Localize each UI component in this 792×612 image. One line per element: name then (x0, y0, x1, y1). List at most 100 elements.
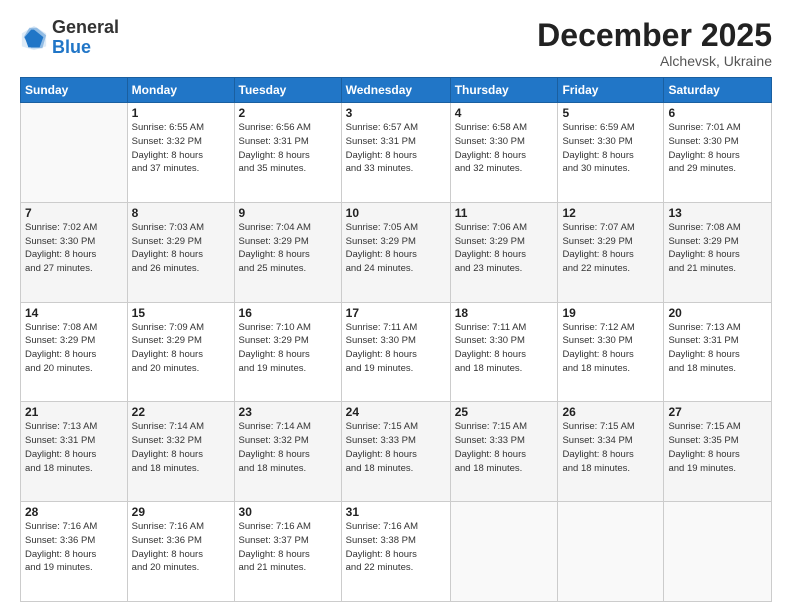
day-number: 28 (25, 505, 123, 519)
day-number: 12 (562, 206, 659, 220)
day-number: 24 (346, 405, 446, 419)
day-number: 4 (455, 106, 554, 120)
table-row: 12Sunrise: 7:07 AM Sunset: 3:29 PM Dayli… (558, 202, 664, 302)
table-row (558, 502, 664, 602)
day-info: Sunrise: 7:08 AM Sunset: 3:29 PM Dayligh… (668, 221, 767, 276)
calendar-week-row: 1Sunrise: 6:55 AM Sunset: 3:32 PM Daylig… (21, 103, 772, 203)
day-info: Sunrise: 7:11 AM Sunset: 3:30 PM Dayligh… (455, 321, 554, 376)
day-number: 17 (346, 306, 446, 320)
day-number: 1 (132, 106, 230, 120)
logo-general-text: General (52, 18, 119, 38)
page: General Blue December 2025 Alchevsk, Ukr… (0, 0, 792, 612)
table-row (450, 502, 558, 602)
day-info: Sunrise: 7:15 AM Sunset: 3:34 PM Dayligh… (562, 420, 659, 475)
table-row: 26Sunrise: 7:15 AM Sunset: 3:34 PM Dayli… (558, 402, 664, 502)
calendar-week-row: 7Sunrise: 7:02 AM Sunset: 3:30 PM Daylig… (21, 202, 772, 302)
day-info: Sunrise: 7:15 AM Sunset: 3:33 PM Dayligh… (346, 420, 446, 475)
day-number: 19 (562, 306, 659, 320)
col-tuesday: Tuesday (234, 78, 341, 103)
day-number: 3 (346, 106, 446, 120)
day-number: 26 (562, 405, 659, 419)
col-sunday: Sunday (21, 78, 128, 103)
day-info: Sunrise: 7:08 AM Sunset: 3:29 PM Dayligh… (25, 321, 123, 376)
day-number: 10 (346, 206, 446, 220)
day-info: Sunrise: 7:15 AM Sunset: 3:35 PM Dayligh… (668, 420, 767, 475)
day-number: 27 (668, 405, 767, 419)
table-row: 5Sunrise: 6:59 AM Sunset: 3:30 PM Daylig… (558, 103, 664, 203)
table-row: 21Sunrise: 7:13 AM Sunset: 3:31 PM Dayli… (21, 402, 128, 502)
table-row: 18Sunrise: 7:11 AM Sunset: 3:30 PM Dayli… (450, 302, 558, 402)
day-number: 7 (25, 206, 123, 220)
calendar-header-row: Sunday Monday Tuesday Wednesday Thursday… (21, 78, 772, 103)
day-info: Sunrise: 7:16 AM Sunset: 3:37 PM Dayligh… (239, 520, 337, 575)
logo-blue-text: Blue (52, 38, 119, 58)
day-info: Sunrise: 7:14 AM Sunset: 3:32 PM Dayligh… (132, 420, 230, 475)
table-row: 1Sunrise: 6:55 AM Sunset: 3:32 PM Daylig… (127, 103, 234, 203)
month-title: December 2025 (537, 18, 772, 53)
day-number: 15 (132, 306, 230, 320)
day-info: Sunrise: 7:07 AM Sunset: 3:29 PM Dayligh… (562, 221, 659, 276)
table-row: 28Sunrise: 7:16 AM Sunset: 3:36 PM Dayli… (21, 502, 128, 602)
day-number: 21 (25, 405, 123, 419)
day-info: Sunrise: 7:13 AM Sunset: 3:31 PM Dayligh… (25, 420, 123, 475)
logo-icon (20, 24, 48, 52)
day-number: 31 (346, 505, 446, 519)
day-number: 20 (668, 306, 767, 320)
calendar-week-row: 14Sunrise: 7:08 AM Sunset: 3:29 PM Dayli… (21, 302, 772, 402)
table-row (21, 103, 128, 203)
day-number: 18 (455, 306, 554, 320)
col-friday: Friday (558, 78, 664, 103)
header: General Blue December 2025 Alchevsk, Ukr… (20, 18, 772, 69)
location-subtitle: Alchevsk, Ukraine (537, 53, 772, 69)
table-row: 15Sunrise: 7:09 AM Sunset: 3:29 PM Dayli… (127, 302, 234, 402)
col-saturday: Saturday (664, 78, 772, 103)
day-info: Sunrise: 6:56 AM Sunset: 3:31 PM Dayligh… (239, 121, 337, 176)
day-info: Sunrise: 7:05 AM Sunset: 3:29 PM Dayligh… (346, 221, 446, 276)
table-row: 23Sunrise: 7:14 AM Sunset: 3:32 PM Dayli… (234, 402, 341, 502)
day-info: Sunrise: 7:15 AM Sunset: 3:33 PM Dayligh… (455, 420, 554, 475)
col-thursday: Thursday (450, 78, 558, 103)
day-info: Sunrise: 7:12 AM Sunset: 3:30 PM Dayligh… (562, 321, 659, 376)
day-number: 14 (25, 306, 123, 320)
day-number: 8 (132, 206, 230, 220)
table-row: 13Sunrise: 7:08 AM Sunset: 3:29 PM Dayli… (664, 202, 772, 302)
calendar-week-row: 28 Sunrise: 7:16 AM Sunset: 3:36 PM Dayli… (21, 502, 772, 602)
table-row: 30Sunrise: 7:16 AM Sunset: 3:37 PM Dayli… (234, 502, 341, 602)
day-info: Sunrise: 7:13 AM Sunset: 3:31 PM Dayligh… (668, 321, 767, 376)
table-row: 20Sunrise: 7:13 AM Sunset: 3:31 PM Dayli… (664, 302, 772, 402)
table-row: 4Sunrise: 6:58 AM Sunset: 3:30 PM Daylig… (450, 103, 558, 203)
col-monday: Monday (127, 78, 234, 103)
table-row: 27Sunrise: 7:15 AM Sunset: 3:35 PM Dayli… (664, 402, 772, 502)
calendar-table: Sunday Monday Tuesday Wednesday Thursday… (20, 77, 772, 602)
day-info: Sunrise: 7:11 AM Sunset: 3:30 PM Dayligh… (346, 321, 446, 376)
day-number: 25 (455, 405, 554, 419)
day-info: Sunrise: 7:01 AM Sunset: 3:30 PM Dayligh… (668, 121, 767, 176)
table-row: 9Sunrise: 7:04 AM Sunset: 3:29 PM Daylig… (234, 202, 341, 302)
table-row: 29Sunrise: 7:16 AM Sunset: 3:36 PM Dayli… (127, 502, 234, 602)
day-info: Sunrise: 6:55 AM Sunset: 3:32 PM Dayligh… (132, 121, 230, 176)
day-info: Sunrise: 7:02 AM Sunset: 3:30 PM Dayligh… (25, 221, 123, 276)
day-info: Sunrise: 6:59 AM Sunset: 3:30 PM Dayligh… (562, 121, 659, 176)
day-number: 9 (239, 206, 337, 220)
col-wednesday: Wednesday (341, 78, 450, 103)
table-row: 25Sunrise: 7:15 AM Sunset: 3:33 PM Dayli… (450, 402, 558, 502)
table-row: 22Sunrise: 7:14 AM Sunset: 3:32 PM Dayli… (127, 402, 234, 502)
table-row: 24Sunrise: 7:15 AM Sunset: 3:33 PM Dayli… (341, 402, 450, 502)
logo-text: General Blue (52, 18, 119, 58)
table-row (664, 502, 772, 602)
table-row: 7Sunrise: 7:02 AM Sunset: 3:30 PM Daylig… (21, 202, 128, 302)
day-info: Sunrise: 6:57 AM Sunset: 3:31 PM Dayligh… (346, 121, 446, 176)
table-row: 6Sunrise: 7:01 AM Sunset: 3:30 PM Daylig… (664, 103, 772, 203)
table-row: 17Sunrise: 7:11 AM Sunset: 3:30 PM Dayli… (341, 302, 450, 402)
day-info: Sunrise: 7:16 AM Sunset: 3:36 PM Dayligh… (132, 520, 230, 575)
day-info: Sunrise: 6:58 AM Sunset: 3:30 PM Dayligh… (455, 121, 554, 176)
table-row: 8Sunrise: 7:03 AM Sunset: 3:29 PM Daylig… (127, 202, 234, 302)
day-number: 30 (239, 505, 337, 519)
day-info: Sunrise: 7:16 AM Sunset: 3:38 PM Dayligh… (346, 520, 446, 575)
day-number: 11 (455, 206, 554, 220)
table-row: 14Sunrise: 7:08 AM Sunset: 3:29 PM Dayli… (21, 302, 128, 402)
day-info: Sunrise: 7:10 AM Sunset: 3:29 PM Dayligh… (239, 321, 337, 376)
day-info: Sunrise: 7:03 AM Sunset: 3:29 PM Dayligh… (132, 221, 230, 276)
table-row: 31Sunrise: 7:16 AM Sunset: 3:38 PM Dayli… (341, 502, 450, 602)
table-row: 11Sunrise: 7:06 AM Sunset: 3:29 PM Dayli… (450, 202, 558, 302)
